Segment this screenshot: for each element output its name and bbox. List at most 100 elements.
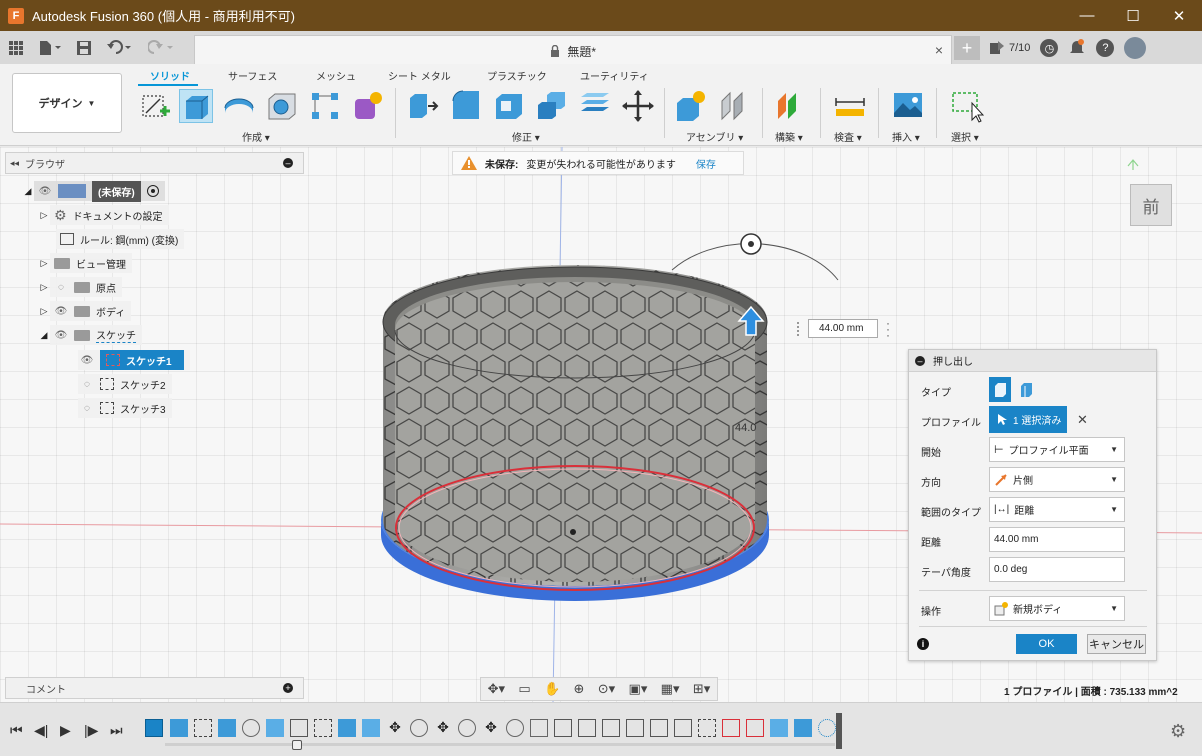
- close-window-button[interactable]: ✕: [1156, 0, 1202, 31]
- form-tool-icon[interactable]: [351, 89, 385, 123]
- timeline-marker[interactable]: [836, 713, 842, 749]
- timeline-move-feature-icon[interactable]: ✥: [482, 719, 500, 737]
- timeline-pattern-feature-icon[interactable]: [818, 719, 836, 737]
- expand-triangle-icon[interactable]: ▷: [38, 258, 50, 269]
- timeline-extrude-feature-icon[interactable]: [218, 719, 236, 737]
- insert-image-tool-icon[interactable]: [891, 89, 925, 123]
- tab-utility[interactable]: ユーティリティ: [580, 68, 649, 83]
- revolve-tool-icon[interactable]: [222, 89, 256, 123]
- timeline-delete-feature-icon[interactable]: [722, 719, 740, 737]
- type-thin-icon[interactable]: [1015, 377, 1037, 402]
- timeline-move-feature-icon[interactable]: ✥: [386, 719, 404, 737]
- tree-item-sketch-3[interactable]: ◌ スケッチ3: [78, 398, 172, 418]
- create-sketch-tool-icon[interactable]: [138, 89, 172, 123]
- tab-plastic[interactable]: プラスチック: [487, 68, 547, 83]
- distance-dimension-input[interactable]: 44.00 mm: [808, 319, 878, 338]
- collapse-triangle-icon[interactable]: ◢: [38, 330, 50, 341]
- activate-radio-icon[interactable]: [146, 185, 159, 197]
- fillet-tool-icon[interactable]: [449, 89, 483, 123]
- expand-triangle-icon[interactable]: ▷: [38, 306, 50, 317]
- timeline-sketch-feature-icon[interactable]: [698, 719, 716, 737]
- grid-settings-icon[interactable]: ▦▾: [661, 681, 680, 697]
- group-create[interactable]: 作成 ▾: [242, 129, 270, 144]
- tree-item-document-settings[interactable]: ▷ ⚙ ドキュメントの設定: [38, 205, 169, 225]
- operation-dropdown[interactable]: 新規ボディ ▼: [989, 596, 1125, 621]
- timeline-delete-feature-icon[interactable]: [746, 719, 764, 737]
- timeline-pattern-feature-icon[interactable]: [674, 719, 692, 737]
- eye-hidden-icon[interactable]: ◌: [54, 282, 68, 293]
- timeline-pattern-feature-icon[interactable]: [554, 719, 572, 737]
- job-status[interactable]: 7/10: [990, 41, 1030, 55]
- tab-mesh[interactable]: メッシュ: [316, 68, 356, 83]
- timeline-extrude-feature-icon[interactable]: [170, 719, 188, 737]
- file-menu-icon[interactable]: [34, 37, 66, 59]
- distance-input[interactable]: 44.00 mm: [989, 527, 1125, 552]
- start-dropdown[interactable]: ⊢ プロファイル平面 ▼: [989, 437, 1125, 462]
- save-disk-icon[interactable]: [72, 37, 96, 59]
- collapse-triangle-icon[interactable]: ◢: [22, 186, 34, 197]
- view-cube[interactable]: 前: [1130, 184, 1172, 226]
- extrude-tool-icon[interactable]: [179, 89, 213, 123]
- type-one-side-icon[interactable]: [989, 377, 1011, 402]
- expand-triangle-icon[interactable]: ▷: [38, 210, 50, 221]
- redo-icon[interactable]: [144, 37, 180, 59]
- group-construct[interactable]: 構築 ▾: [775, 129, 803, 144]
- timeline-sketch-feature-icon[interactable]: [314, 719, 332, 737]
- play-icon[interactable]: ▶: [60, 722, 71, 739]
- timeline-pattern-feature-icon[interactable]: [626, 719, 644, 737]
- joint-tool-icon[interactable]: [716, 89, 750, 123]
- group-inspect[interactable]: 検査 ▾: [834, 129, 862, 144]
- minus-circle-icon[interactable]: –: [283, 158, 293, 168]
- tab-solid[interactable]: ソリッド: [150, 68, 190, 83]
- clock-icon[interactable]: ◷: [1040, 39, 1059, 57]
- select-tool-icon[interactable]: [950, 89, 985, 123]
- timeline-combine-feature-icon[interactable]: [770, 719, 788, 737]
- zoom-icon[interactable]: ⊕: [574, 681, 585, 697]
- drag-handle-icon[interactable]: [797, 322, 801, 336]
- tree-item-named-views[interactable]: ▷ ビュー管理: [38, 253, 132, 273]
- timeline-hole-feature-icon[interactable]: [506, 719, 524, 737]
- data-panel-grid-icon[interactable]: [4, 37, 28, 59]
- go-to-start-icon[interactable]: ⏮: [10, 722, 23, 739]
- timeline-pattern-feature-icon[interactable]: [650, 719, 668, 737]
- tree-item-sketch-1[interactable]: 👁 スケッチ1: [78, 350, 190, 370]
- eye-icon[interactable]: 👁: [80, 355, 94, 366]
- hole-tool-icon[interactable]: [265, 89, 299, 123]
- browser-header[interactable]: ◂◂ ブラウザ –: [5, 152, 304, 174]
- taper-angle-input[interactable]: 0.0 deg: [989, 557, 1125, 582]
- offset-face-tool-icon[interactable]: [578, 89, 612, 123]
- save-link[interactable]: 保存: [696, 156, 716, 171]
- clear-selection-button[interactable]: ✕: [1077, 412, 1088, 428]
- timeline-shell-feature-icon[interactable]: [530, 719, 548, 737]
- group-assemble[interactable]: アセンブリ ▾: [686, 129, 743, 144]
- timeline-combine-feature-icon[interactable]: [266, 719, 284, 737]
- info-icon[interactable]: i: [917, 638, 929, 650]
- eye-icon[interactable]: 👁: [54, 330, 68, 341]
- more-options-icon[interactable]: · · ·: [886, 317, 890, 341]
- group-modify[interactable]: 修正 ▾: [512, 129, 540, 144]
- tree-item-sketches[interactable]: ◢ 👁 スケッチ: [38, 325, 142, 345]
- eye-hidden-icon[interactable]: ◌: [80, 379, 94, 390]
- new-component-tool-icon[interactable]: [673, 89, 707, 123]
- plus-circle-icon[interactable]: +: [283, 683, 293, 693]
- collapse-left-icon[interactable]: ◂◂: [10, 158, 19, 169]
- timeline-combine-feature-icon[interactable]: [362, 719, 380, 737]
- timeline-pattern-feature-icon[interactable]: [602, 719, 620, 737]
- eye-icon[interactable]: 👁: [38, 186, 52, 197]
- timeline-offset-feature-icon[interactable]: [290, 719, 308, 737]
- move-tool-icon[interactable]: [621, 89, 655, 123]
- tab-surface[interactable]: サーフェス: [228, 68, 277, 83]
- timeline-extrude-feature-icon[interactable]: [338, 719, 356, 737]
- cancel-button[interactable]: キャンセル: [1087, 634, 1146, 654]
- measure-tool-icon[interactable]: [833, 89, 867, 123]
- tab-sheet-metal[interactable]: シート メタル: [388, 68, 451, 83]
- timeline-track[interactable]: [165, 743, 835, 746]
- close-tab-button[interactable]: ×: [935, 42, 943, 58]
- new-tab-button[interactable]: +: [954, 36, 980, 60]
- timeline-hole-feature-icon[interactable]: [458, 719, 476, 737]
- offset-plane-tool-icon[interactable]: [774, 89, 808, 123]
- workspace-switcher[interactable]: デザイン ▼: [12, 73, 122, 133]
- fit-zoom-icon[interactable]: ⊙▾: [598, 681, 615, 697]
- ok-button[interactable]: OK: [1016, 634, 1077, 654]
- expand-triangle-icon[interactable]: ▷: [38, 282, 50, 293]
